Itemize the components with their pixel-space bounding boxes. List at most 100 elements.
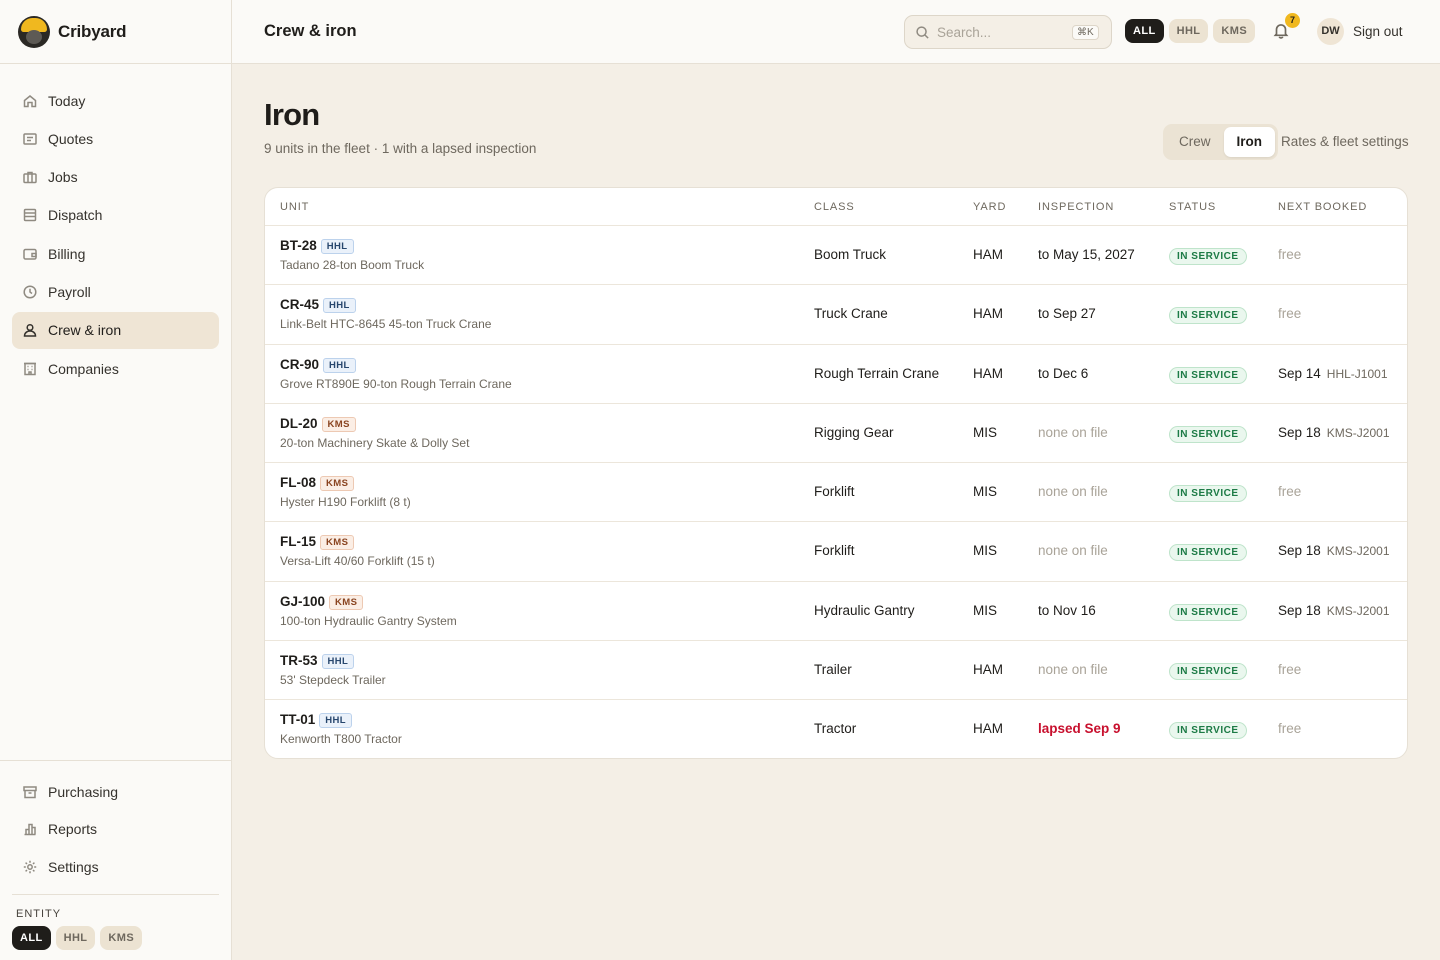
- next-booked-cell: free: [1278, 721, 1301, 736]
- sidebar-item-settings[interactable]: Settings: [12, 848, 219, 886]
- sidebar-item-companies[interactable]: Companies: [12, 350, 219, 387]
- sign-out-link[interactable]: Sign out: [1353, 24, 1403, 39]
- status-badge: IN SERVICE: [1169, 722, 1247, 740]
- next-booked-cell: free: [1278, 306, 1301, 321]
- class-cell: Rigging Gear: [814, 424, 894, 440]
- sidebar-item-jobs[interactable]: Jobs: [12, 159, 219, 196]
- column-header-next-booked[interactable]: NEXT BOOKED: [1278, 201, 1367, 213]
- brand[interactable]: Cribyard: [0, 0, 231, 64]
- column-header-yard[interactable]: YARD: [973, 201, 1006, 213]
- notifications-button[interactable]: 7: [1272, 13, 1300, 43]
- sidebar-item-quotes[interactable]: Quotes: [12, 120, 219, 157]
- table-row[interactable]: CR-90 HHL Grove RT890E 90-ton Rough Terra…: [265, 345, 1407, 404]
- header-entity-pill-kms[interactable]: KMS: [1213, 19, 1256, 43]
- entity-chip: HHL: [319, 713, 352, 729]
- column-header-unit[interactable]: UNIT: [280, 201, 309, 213]
- primary-nav: Today Quotes Jobs Dispatch Billing Payro…: [0, 64, 231, 406]
- next-booked-date: free: [1278, 484, 1302, 500]
- entity-chip: HHL: [320, 239, 354, 254]
- archive-icon: [22, 784, 38, 800]
- clipboard-icon: [22, 207, 38, 223]
- sidebar-item-label: Billing: [48, 245, 86, 262]
- sidebar-item-label: Quotes: [48, 130, 94, 147]
- job-reference[interactable]: KMS-J2001: [1327, 544, 1390, 558]
- table-row[interactable]: FL-15 KMS Versa-Lift 40/60 Forklift (15 t…: [265, 522, 1407, 582]
- next-booked-date: free: [1278, 247, 1302, 262]
- unit-cell: TR-53 HHL: [280, 653, 355, 670]
- sidebar-item-label: Today: [48, 92, 86, 109]
- unit-code: FL-08: [280, 475, 317, 491]
- sidebar-item-label: Payroll: [48, 283, 91, 300]
- unit-cell: DL-20 KMS: [280, 416, 356, 432]
- table-row[interactable]: BT-28 HHL Tadano 28-ton Boom Truck Boom T…: [265, 226, 1407, 286]
- sidebar-item-today[interactable]: Today: [12, 82, 219, 119]
- header-entity-filter: ALL HHL KMS: [1125, 19, 1256, 43]
- class-cell: Forklift: [814, 543, 855, 559]
- header-entity-pill-all[interactable]: ALL: [1125, 19, 1164, 43]
- table-row[interactable]: GJ-100 KMS 100-ton Hydraulic Gantry Syste…: [265, 582, 1407, 642]
- sidebar-item-label: Settings: [48, 858, 99, 875]
- table-row[interactable]: TT-01 HHL Kenworth T800 Tractor Tractor H…: [265, 700, 1407, 758]
- yard-cell: HAM: [973, 662, 1003, 678]
- entity-pill-kms[interactable]: KMS: [100, 925, 143, 950]
- status-badge: IN SERVICE: [1169, 248, 1247, 265]
- entity-chip: HHL: [321, 654, 355, 670]
- next-booked-date: Sep 18: [1278, 543, 1321, 559]
- inspection-cell: none on file: [1038, 484, 1108, 500]
- table-row[interactable]: FL-08 KMS Hyster H190 Forklift (8 t) Fork…: [265, 463, 1407, 523]
- job-reference[interactable]: HHL-J1001: [1327, 367, 1388, 381]
- entity-chip: KMS: [321, 416, 356, 432]
- entity-chip: KMS: [329, 594, 364, 610]
- entity-chip: HHL: [323, 357, 356, 373]
- class-cell: Truck Crane: [814, 306, 888, 322]
- next-booked-date: Sep 18: [1278, 424, 1321, 440]
- sidebar-item-dispatch[interactable]: Dispatch: [12, 197, 219, 234]
- table-row[interactable]: DL-20 KMS 20-ton Machinery Skate & Dolly …: [265, 404, 1407, 464]
- sidebar-item-purchasing[interactable]: Purchasing: [12, 773, 219, 811]
- table-row[interactable]: CR-45 HHL Link-Belt HTC-8645 45-ton Truck…: [265, 285, 1407, 345]
- entity-pill-hhl[interactable]: HHL: [55, 925, 96, 950]
- column-header-status[interactable]: STATUS: [1169, 201, 1216, 213]
- column-header-inspection[interactable]: INSPECTION: [1038, 201, 1114, 213]
- next-booked-date: Sep 18: [1278, 602, 1321, 618]
- header-entity-pill-hhl[interactable]: HHL: [1168, 19, 1209, 43]
- inspection-cell: to Dec 6: [1038, 365, 1089, 381]
- entity-chip: KMS: [320, 476, 355, 492]
- unit-cell: BT-28 HHL: [280, 238, 354, 254]
- sidebar-item-reports[interactable]: Reports: [12, 811, 219, 849]
- unit-code: TR-53: [280, 653, 318, 669]
- search-box[interactable]: ⌘K: [904, 15, 1112, 49]
- class-cell: Trailer: [814, 662, 852, 678]
- next-booked-date: free: [1278, 721, 1302, 737]
- sidebar-item-billing[interactable]: Billing: [12, 235, 219, 272]
- unit-description: 100-ton Hydraulic Gantry System: [280, 613, 457, 628]
- tab-crew[interactable]: Crew: [1166, 127, 1224, 157]
- class-cell: Forklift: [814, 484, 855, 500]
- rates-fleet-settings-link[interactable]: Rates & fleet settings: [1281, 134, 1409, 149]
- unit-code: CR-90: [280, 356, 320, 372]
- status-badge: IN SERVICE: [1169, 307, 1247, 325]
- column-header-class[interactable]: CLASS: [814, 201, 855, 213]
- sidebar-item-payroll[interactable]: Payroll: [12, 273, 219, 310]
- class-cell: Hydraulic Gantry: [814, 602, 915, 618]
- entity-pill-all[interactable]: ALL: [12, 925, 51, 950]
- page-subtitle: 9 units in the fleet · 1 with a lapsed i…: [264, 141, 537, 156]
- next-booked-cell: Sep 18 KMS-J2001: [1278, 543, 1390, 558]
- person-icon: [22, 322, 38, 338]
- inspection-cell: none on file: [1038, 424, 1108, 440]
- next-booked-cell: Sep 18 KMS-J2001: [1278, 425, 1390, 440]
- job-reference[interactable]: KMS-J2001: [1327, 604, 1390, 618]
- search-input[interactable]: [937, 24, 1072, 40]
- unit-cell: CR-45 HHL: [280, 297, 356, 314]
- table-row[interactable]: TR-53 HHL 53' Stepdeck Trailer Trailer HA…: [265, 641, 1407, 701]
- sidebar-item-crew-iron[interactable]: Crew & iron: [12, 311, 219, 349]
- unit-description: Tadano 28-ton Boom Truck: [280, 258, 425, 272]
- notification-count-badge: 7: [1285, 13, 1300, 28]
- job-reference[interactable]: KMS-J2001: [1327, 426, 1390, 440]
- clock-icon: [22, 284, 38, 300]
- next-booked-cell: Sep 18 KMS-J2001: [1278, 603, 1390, 618]
- unit-description: Link-Belt HTC-8645 45-ton Truck Crane: [280, 317, 492, 332]
- user-avatar[interactable]: DW: [1317, 18, 1344, 45]
- unit-code: FL-15: [280, 534, 317, 550]
- tab-iron[interactable]: Iron: [1223, 127, 1276, 157]
